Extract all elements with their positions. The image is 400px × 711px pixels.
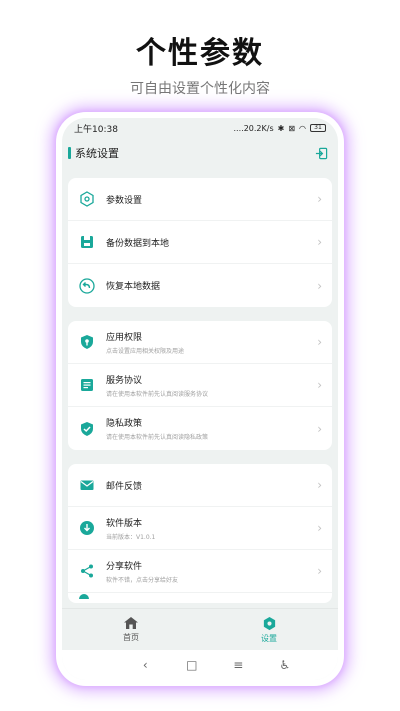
page-title: 系统设置 [75,147,119,160]
app-permission-item[interactable]: 应用权限 点击设置应用相关权限及用途 › [68,321,332,364]
settings-hex-icon [263,616,275,630]
row-label: 分享软件 [106,561,143,572]
restore-icon [78,277,96,295]
download-icon [78,519,96,537]
network-speed: ....20.2K/s [233,123,274,133]
chevron-right-icon: › [317,521,322,535]
settings-group-legal: 应用权限 点击设置应用相关权限及用途 › 服务协议 请在使用本软件前先认真阅读服… [68,321,332,450]
partially-hidden-item [68,593,332,603]
chevron-right-icon: › [317,235,322,249]
battery-icon: 31 [310,124,326,132]
row-label: 隐私政策 [106,419,143,429]
row-label: 恢复本地数据 [106,282,161,292]
permission-icon [78,333,96,351]
share-icon [78,562,96,580]
software-version-item[interactable]: 软件版本 当前版本：V1.0.1 › [68,507,332,550]
home-icon [124,617,138,629]
system-nav-bar: ‹ □ ≡ ♿ [62,650,338,680]
tab-home-label: 首页 [123,633,139,642]
row-description: 请在使用本软件前先认真阅读隐私政策 [106,434,209,441]
row-description: 点击设置应用相关权限及用途 [106,347,185,355]
chevron-right-icon: › [317,278,322,293]
chevron-right-icon: › [317,335,322,349]
sim-icon: ⊠ [288,123,296,133]
settings-list: 参数设置 › 备份数据到本地 › 恢复本地数据 › 应用权限 点击设置应用相关权… [62,168,338,603]
privacy-policy-item[interactable]: 隐私政策 请在使用本软件前先认真阅读隐私政策 › [68,407,332,450]
status-time: 上午10:38 [74,124,118,135]
tab-settings-label: 设置 [261,633,277,643]
shield-check-icon [78,420,96,438]
backup-data-item[interactable]: 备份数据到本地 › [68,221,332,264]
settings-group-about: 邮件反馈 › 软件版本 当前版本：V1.0.1 › 分享软件 软件不错，点击分享… [68,464,332,603]
row-label: 软件版本 [106,518,143,529]
chevron-right-icon: › [317,378,322,392]
row-label: 服务协议 [106,375,143,386]
chevron-right-icon: › [317,192,322,206]
restore-data-item[interactable]: 恢复本地数据 › [68,264,332,307]
chevron-right-icon: › [317,564,322,578]
email-feedback-item[interactable]: 邮件反馈 › [68,464,332,507]
home-square-icon[interactable]: □ [182,658,202,672]
row-label: 参数设置 [106,195,143,206]
share-software-item[interactable]: 分享软件 软件不错，点击分享给好友 › [68,550,332,593]
wifi-icon: ◠ [299,123,306,133]
row-description: 软件不错，点击分享给好友 [106,576,179,584]
menu-icon[interactable]: ≡ [228,658,248,672]
promo-subtitle: 可自由设置个性化内容 [130,81,270,97]
status-bar: 上午10:38 ....20.2K/s ✱ ⊠ ◠ 31 [62,118,338,138]
row-label: 应用权限 [106,332,143,343]
row-label: 邮件反馈 [106,481,143,492]
phone-screen: 上午10:38 ....20.2K/s ✱ ⊠ ◠ 31 系统设置 参数设置 ›… [62,118,338,680]
accessibility-icon[interactable]: ♿ [275,658,295,672]
tab-home[interactable]: 首页 [62,609,200,650]
settings-group-data: 参数设置 › 备份数据到本地 › 恢复本地数据 › [68,178,332,307]
status-indicators: ....20.2K/s ✱ ⊠ ◠ 31 [234,124,326,133]
row-description: 请在使用本软件前先认真阅读服务协议 [106,390,209,398]
chevron-right-icon: › [317,478,322,492]
row-description: 当前版本：V1.0.1 [106,533,156,541]
title-accent-bar [68,147,71,159]
row-label: 备份数据到本地 [106,238,170,249]
logout-icon[interactable] [314,146,328,160]
bottom-tab-bar: 首页 设置 [62,608,338,650]
promo-title: 个性参数 [136,36,264,71]
bluetooth-icon: ✱ [277,123,285,133]
param-settings-item[interactable]: 参数设置 › [68,178,332,221]
partial-icon [79,594,89,599]
app-header: 系统设置 [62,138,338,168]
back-icon[interactable]: ‹ [135,658,155,672]
agreement-icon [78,376,96,394]
floppy-icon [78,233,96,251]
service-agreement-item[interactable]: 服务协议 请在使用本软件前先认真阅读服务协议 › [68,364,332,407]
tab-settings[interactable]: 设置 [200,609,338,650]
chevron-right-icon: › [317,421,322,436]
hexagon-icon [78,190,96,208]
mail-icon [78,476,96,494]
